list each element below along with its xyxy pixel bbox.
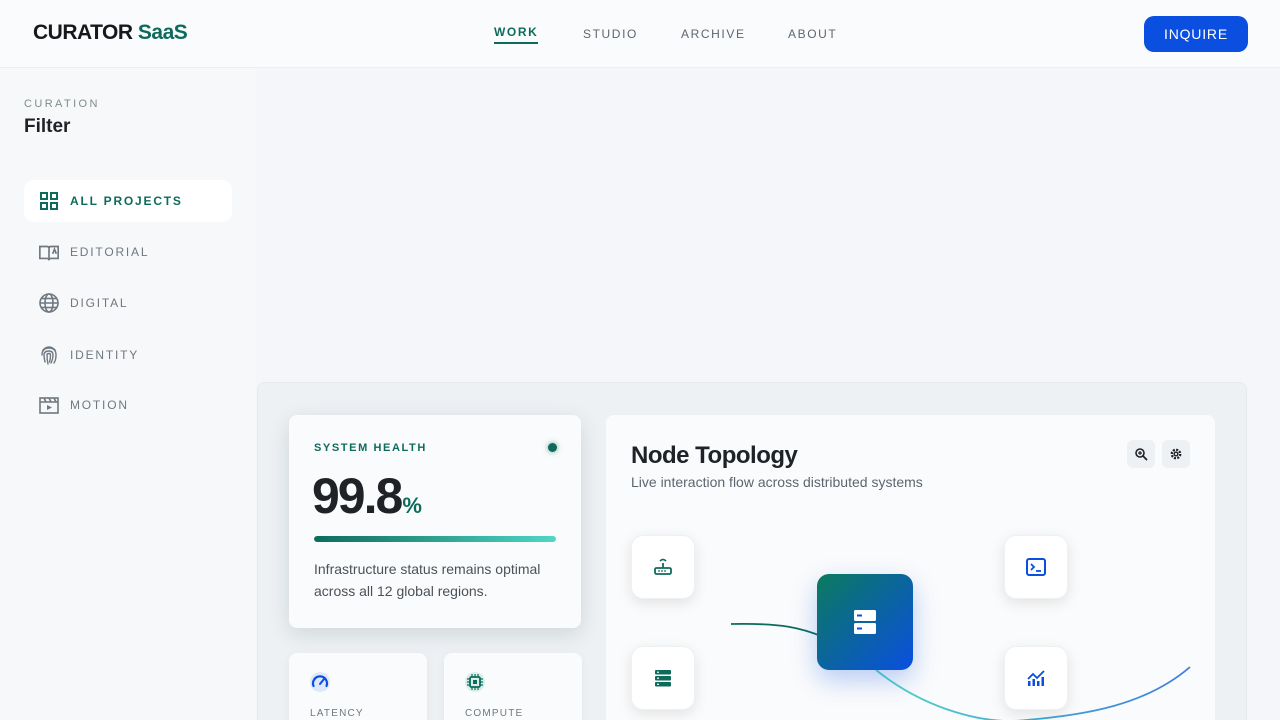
- brand-logo[interactable]: CURATOR SaaS: [33, 21, 188, 45]
- inquire-button[interactable]: INQUIRE: [1144, 16, 1248, 52]
- health-kicker: SYSTEM HEALTH: [314, 442, 427, 454]
- health-unit: %: [402, 493, 422, 518]
- film-icon: [38, 394, 60, 416]
- sidebar-item-all-projects[interactable]: ALL PROJECTS: [24, 180, 232, 222]
- active-nav-underline: [494, 42, 539, 44]
- terminal-icon: [1026, 558, 1046, 576]
- sidebar-item-motion[interactable]: MOTION: [24, 384, 232, 426]
- sidebar-item-digital[interactable]: DIGITAL: [24, 282, 232, 324]
- book-icon: [38, 241, 60, 263]
- sidebar-item-editorial[interactable]: EDITORIAL: [24, 231, 232, 273]
- sidebar-item-label: MOTION: [70, 398, 129, 412]
- nav-archive[interactable]: ARCHIVE: [681, 27, 746, 41]
- link-router-hub: [730, 622, 832, 641]
- analytics-node[interactable]: [1004, 646, 1068, 710]
- sidebar-title: Filter: [24, 116, 71, 137]
- grid-icon: [38, 190, 60, 212]
- health-value: 99.8%: [312, 468, 422, 524]
- health-description: Infrastructure status remains optimal ac…: [314, 561, 541, 599]
- top-navigation-bar: CURATOR SaaS WORK STUDIO ARCHIVE ABOUT I…: [0, 0, 1280, 68]
- health-progress-bar: [314, 536, 556, 542]
- sidebar-item-label: EDITORIAL: [70, 245, 150, 259]
- globe-icon: [38, 292, 60, 314]
- fingerprint-icon: [38, 344, 60, 366]
- chip-icon: [464, 671, 486, 693]
- health-progress-fill: [314, 536, 556, 542]
- sidebar-item-label: DIGITAL: [70, 296, 129, 310]
- sidebar: CURATION Filter ALL PROJECTS EDITORIAL D…: [0, 68, 256, 720]
- node-topology-card: Node Topology Live interaction flow acro…: [606, 415, 1215, 720]
- storage-icon: [655, 670, 671, 687]
- system-health-card: SYSTEM HEALTH 99.8% Infrastructure statu…: [289, 415, 581, 628]
- speedometer-icon: [309, 671, 331, 693]
- compute-card[interactable]: COMPUTE: [444, 653, 582, 720]
- server-hub-node[interactable]: [817, 574, 913, 670]
- nav-work[interactable]: WORK: [494, 25, 539, 44]
- brand-name: CURATOR: [33, 21, 133, 44]
- topology-links: [730, 622, 1191, 720]
- nav-work-label: WORK: [494, 25, 539, 39]
- storage-node[interactable]: [631, 646, 695, 710]
- status-dot: [548, 443, 557, 452]
- analytics-icon: [1027, 670, 1045, 686]
- sidebar-item-identity[interactable]: IDENTITY: [24, 334, 232, 376]
- nav-studio[interactable]: STUDIO: [583, 27, 638, 41]
- latency-card[interactable]: LATENCY: [289, 653, 427, 720]
- sidebar-item-label: ALL PROJECTS: [70, 194, 183, 208]
- router-icon: [654, 558, 672, 575]
- latency-label: LATENCY: [310, 708, 364, 719]
- compute-label: COMPUTE: [465, 708, 524, 719]
- brand-accent: SaaS: [137, 21, 188, 44]
- terminal-node[interactable]: [1004, 535, 1068, 599]
- sidebar-kicker: CURATION: [24, 98, 100, 110]
- sidebar-item-label: IDENTITY: [70, 348, 140, 362]
- nav-about[interactable]: ABOUT: [788, 27, 837, 41]
- router-node[interactable]: [631, 535, 695, 599]
- server-icon: [854, 610, 876, 634]
